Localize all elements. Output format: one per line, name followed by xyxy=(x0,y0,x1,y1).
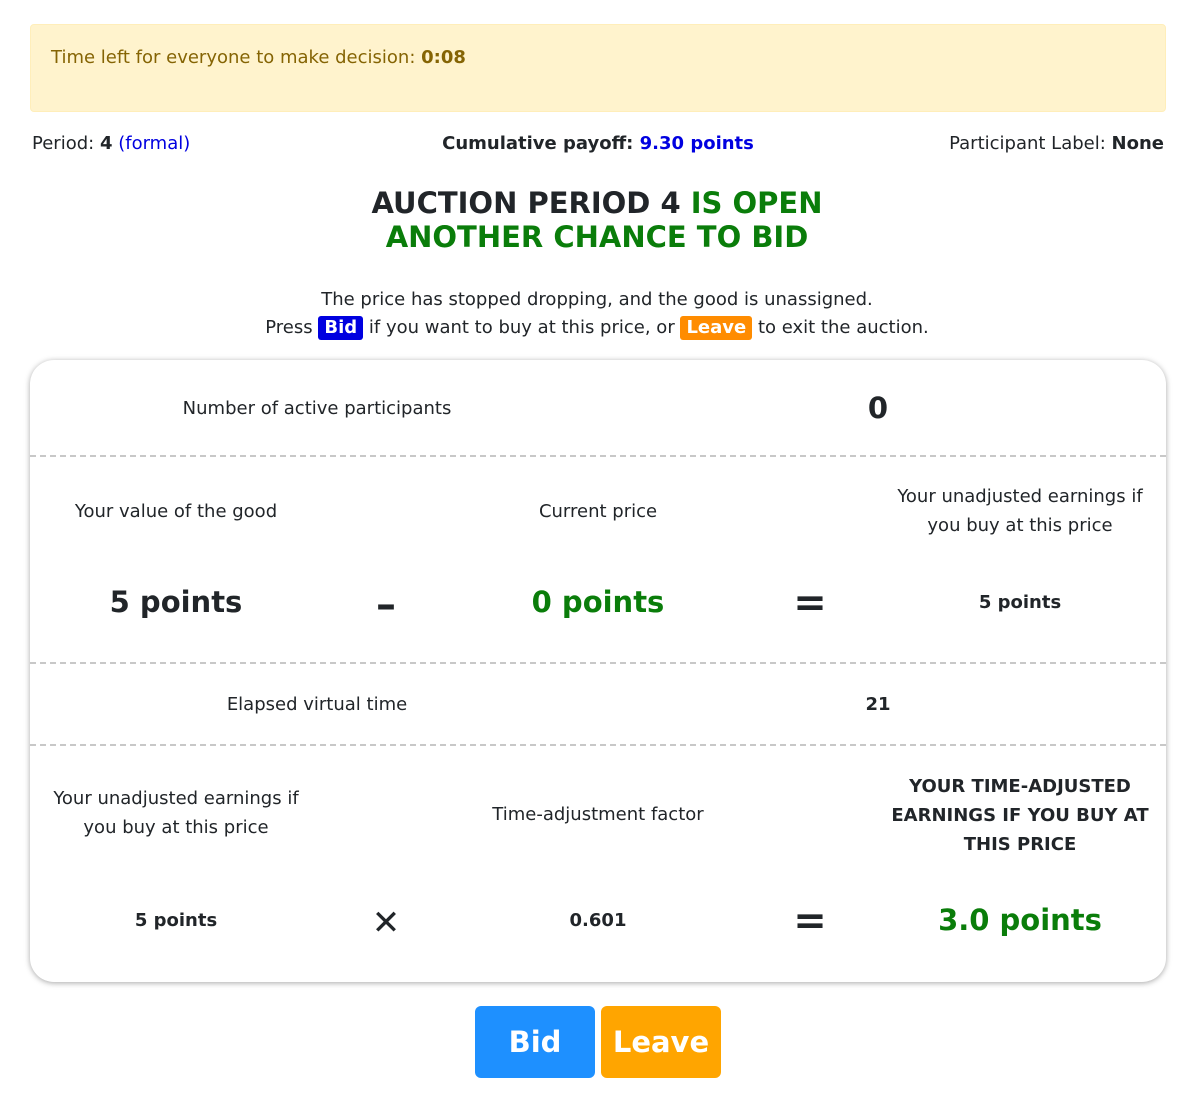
minus-icon: – xyxy=(376,582,396,628)
bid-button[interactable]: Bid xyxy=(475,1006,595,1078)
title-status: IS OPEN xyxy=(690,186,823,220)
value-label: Your value of the good xyxy=(74,500,278,522)
row-divider xyxy=(30,455,1166,457)
instructions-middle: if you want to buy at this price, or xyxy=(368,317,675,338)
time-adjusted-earnings-label: YOUR TIME-ADJUSTED EARNINGS IF YOU BUY A… xyxy=(891,775,1149,855)
payoff-label: Cumulative payoff: xyxy=(442,133,634,154)
elapsed-time-label: Elapsed virtual time xyxy=(226,693,408,715)
instructions: The price has stopped dropping, and the … xyxy=(0,286,1194,342)
time-adjustment-factor-label: Time-adjustment factor xyxy=(492,803,704,825)
unadjusted-earnings-amount-2: 5 points xyxy=(134,909,218,931)
times-icon: ✕ xyxy=(371,903,401,943)
payoff-value: 9.30 points xyxy=(639,133,754,154)
time-adjusted-earnings-amount: 3.0 points xyxy=(938,903,1102,937)
auction-panel: Number of active participants 0 Your val… xyxy=(30,360,1166,982)
active-participants-value: 0 xyxy=(867,391,889,425)
status-bar: Period: 4 (formal) Cumulative payoff: 9.… xyxy=(32,133,1164,161)
timer-value: 0:08 xyxy=(421,47,466,68)
time-left-alert: Time left for everyone to make decision:… xyxy=(30,24,1166,112)
leave-button[interactable]: Leave xyxy=(601,1006,721,1078)
time-adjustment-factor-value: 0.601 xyxy=(569,909,627,931)
participant-value: None xyxy=(1111,133,1164,154)
elapsed-time-value: 21 xyxy=(865,693,891,715)
current-price-amount: 0 points xyxy=(531,585,665,619)
value-amount: 5 points xyxy=(109,585,243,619)
unadjusted-earnings-label-2: Your unadjusted earnings if you buy at t… xyxy=(53,788,299,838)
leave-chip: Leave xyxy=(680,316,753,340)
price-label: Current price xyxy=(538,500,658,522)
title-subline: ANOTHER CHANCE TO BID xyxy=(385,220,809,254)
title-period: AUCTION PERIOD 4 xyxy=(371,186,681,220)
active-participants-label: Number of active participants xyxy=(182,397,452,419)
bid-chip: Bid xyxy=(318,316,364,340)
instructions-line2: Press Bid if you want to buy at this pri… xyxy=(0,314,1194,342)
timer-label: Time left for everyone to make decision: xyxy=(51,47,416,68)
unadjusted-earnings-label: Your unadjusted earnings if you buy at t… xyxy=(897,486,1143,536)
instructions-line1: The price has stopped dropping, and the … xyxy=(321,289,873,310)
participant-label: Participant Label: xyxy=(949,133,1106,154)
equals-icon: = xyxy=(793,580,827,626)
unadjusted-earnings-amount: 5 points xyxy=(978,591,1062,613)
equals-icon-2: = xyxy=(793,898,827,944)
page-title: AUCTION PERIOD 4 IS OPEN ANOTHER CHANCE … xyxy=(0,186,1194,254)
participant-info: Participant Label: None xyxy=(949,133,1164,154)
instructions-end: to exit the auction. xyxy=(757,317,929,338)
instructions-press: Press xyxy=(265,317,313,338)
row-divider xyxy=(30,744,1166,746)
